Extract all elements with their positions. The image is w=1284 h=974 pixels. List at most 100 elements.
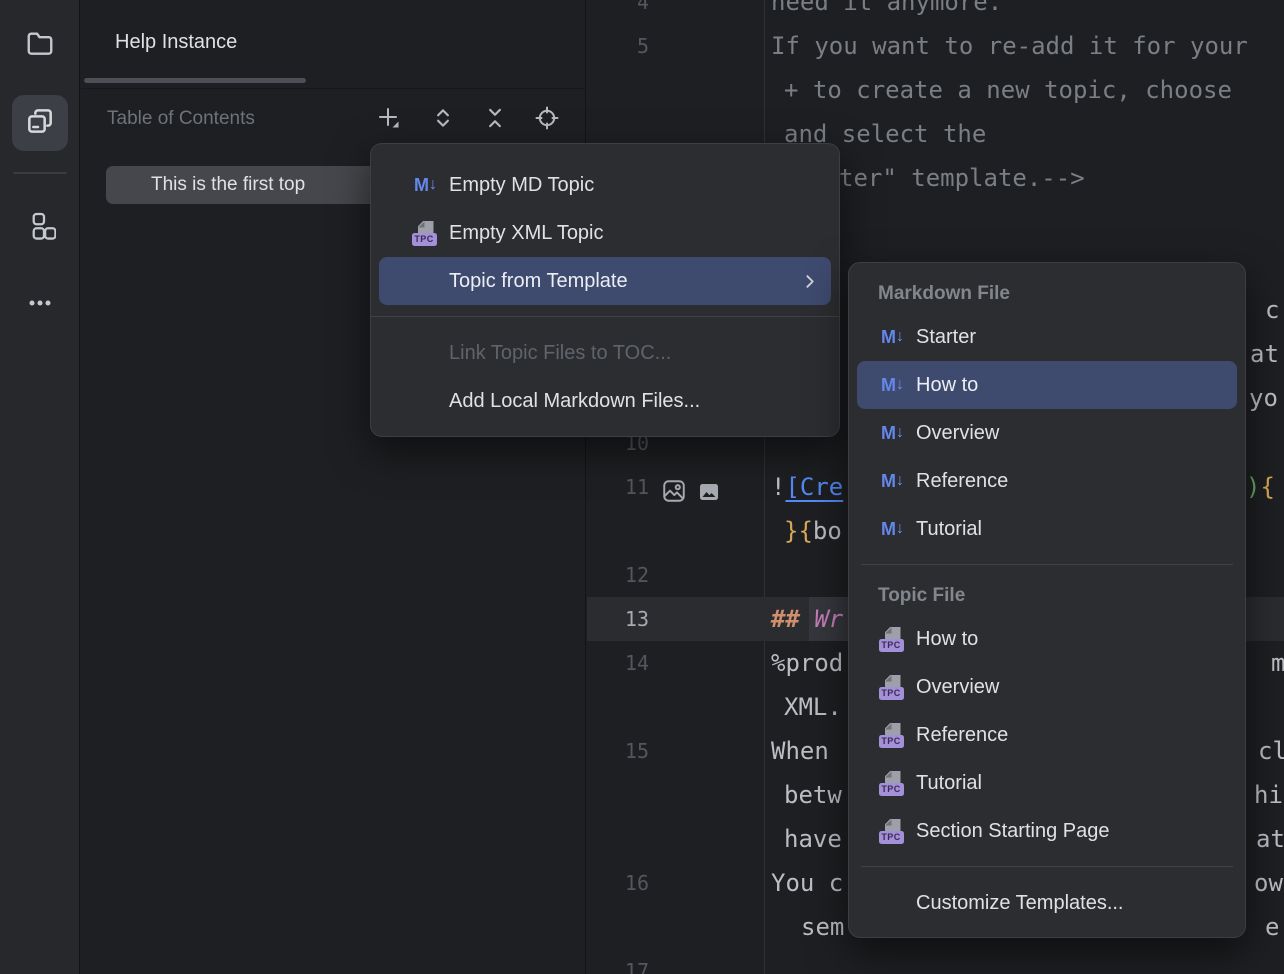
menu-item[interactable]: M↓ How to bbox=[857, 361, 1237, 409]
line-number: 14 bbox=[587, 641, 649, 685]
menu-item[interactable]: TPCHow to bbox=[857, 615, 1237, 663]
structure-tool-window-button[interactable] bbox=[12, 200, 68, 256]
icon-placeholder bbox=[411, 339, 439, 367]
markdown-file-icon: M↓ bbox=[878, 515, 906, 543]
menu-item-label: Section Starting Page bbox=[916, 820, 1109, 843]
select-opened-file-button[interactable] bbox=[532, 105, 562, 135]
code-fragment: }{bo bbox=[784, 509, 842, 553]
topic-file-icon: TPC bbox=[878, 817, 906, 845]
expand-all-icon bbox=[430, 105, 456, 136]
documentation-tool-window-button[interactable] bbox=[12, 95, 68, 151]
tool-window-stripe bbox=[0, 0, 80, 974]
editor-line[interactable]: + to create a new topic, choose bbox=[587, 68, 1284, 112]
icon-placeholder bbox=[878, 889, 906, 917]
menu-item-label: Starter bbox=[916, 326, 976, 349]
menu-item[interactable]: M↓ Reference bbox=[857, 457, 1237, 505]
menu-item[interactable]: TPC Overview bbox=[857, 663, 1237, 711]
menu-item[interactable]: M↓Tutorial bbox=[857, 505, 1237, 553]
code-fragment: hi bbox=[1254, 773, 1283, 817]
line-number: 15 bbox=[587, 729, 649, 773]
code-fragment: sem bbox=[801, 905, 844, 949]
code-fragment: %prod bbox=[771, 641, 843, 685]
folder-icon-button[interactable] bbox=[12, 17, 68, 73]
code-fragment: You c bbox=[771, 861, 843, 905]
markdown-file-icon: M↓ bbox=[878, 371, 906, 399]
panel-title: Help Instance bbox=[115, 31, 237, 54]
menu-section-header: Markdown File bbox=[849, 275, 1245, 313]
code-fragment: ){ bbox=[1246, 465, 1275, 509]
expand-all-button[interactable] bbox=[428, 105, 458, 135]
code-fragment: ter" template.--> bbox=[839, 156, 1085, 200]
panel-header: Help Instance bbox=[81, 0, 585, 89]
more-tool-windows-button[interactable] bbox=[12, 277, 68, 333]
image-outline-icon[interactable] bbox=[661, 474, 687, 500]
menu-item[interactable]: Add Local Markdown Files... bbox=[379, 377, 831, 425]
menu-item-label: Empty MD Topic bbox=[449, 174, 594, 197]
menu-item[interactable]: M↓ Starter bbox=[857, 313, 1237, 361]
markdown-file-icon: M↓ bbox=[878, 467, 906, 495]
menu-item-label: Reference bbox=[916, 724, 1008, 747]
code-fragment: betw bbox=[784, 773, 842, 817]
menu-item-label: Add Local Markdown Files... bbox=[449, 390, 700, 413]
menu-item[interactable]: TPCEmpty XML Topic bbox=[379, 209, 831, 257]
add-button[interactable] bbox=[374, 105, 404, 135]
code-fragment: at bbox=[1256, 817, 1284, 861]
menu-separator bbox=[861, 564, 1233, 565]
code-fragment: ![Cre bbox=[771, 465, 843, 509]
code-fragment: ## Wr bbox=[771, 597, 843, 641]
menu-item-label: Tutorial bbox=[916, 772, 982, 795]
code-fragment: yo bbox=[1249, 376, 1278, 420]
section-title: Table of Contents bbox=[107, 108, 255, 130]
line-number: 16 bbox=[587, 861, 649, 905]
toc-toolbar: Table of Contents bbox=[81, 89, 586, 151]
topic-file-icon: TPC bbox=[878, 673, 906, 701]
select-opened-file-icon bbox=[533, 104, 561, 137]
menu-item-label: Overview bbox=[916, 422, 999, 445]
icon-placeholder bbox=[411, 387, 439, 415]
topic-file-icon: TPC bbox=[878, 625, 906, 653]
editor-line[interactable]: 17 bbox=[587, 949, 1284, 974]
collapse-all-button[interactable] bbox=[480, 105, 510, 135]
menu-item[interactable]: TPC Section Starting Page bbox=[857, 807, 1237, 855]
topic-file-icon: TPC bbox=[878, 769, 906, 797]
menu-item[interactable]: TPC Tutorial bbox=[857, 759, 1237, 807]
code-fragment: have bbox=[784, 817, 842, 861]
menu-item[interactable]: M↓Empty MD Topic bbox=[379, 161, 831, 209]
menu-item-label: Empty XML Topic bbox=[449, 222, 604, 245]
structure-icon bbox=[24, 210, 56, 247]
submenu-chevron-right-icon bbox=[802, 274, 817, 289]
ide-window: Help Instance Table of Contents bbox=[0, 0, 1284, 974]
editor-line[interactable]: 5 If you want to re-add it for your bbox=[587, 24, 1284, 68]
code-fragment: e bbox=[1265, 905, 1279, 949]
markdown-file-icon: M↓ bbox=[878, 323, 906, 351]
menu-separator bbox=[861, 866, 1233, 867]
folder-icon bbox=[25, 28, 55, 63]
menu-item-label: Topic from Template bbox=[449, 270, 628, 293]
image-filled-icon[interactable] bbox=[697, 474, 723, 500]
editor-windows-icon bbox=[24, 105, 56, 142]
markdown-file-icon: M↓ bbox=[878, 419, 906, 447]
line-number: 5 bbox=[587, 24, 649, 68]
menu-item[interactable]: Customize Templates... bbox=[857, 879, 1237, 927]
code-fragment: c bbox=[1265, 288, 1279, 332]
icon-placeholder bbox=[411, 267, 439, 295]
menu-item-label: Overview bbox=[916, 676, 999, 699]
topic-file-icon: TPC bbox=[878, 721, 906, 749]
menu-item[interactable]: Topic from Template bbox=[379, 257, 831, 305]
code-fragment: ow bbox=[1254, 861, 1283, 905]
add-icon bbox=[375, 104, 403, 137]
menu-item-label: Reference bbox=[916, 470, 1008, 493]
menu-item-label: How to bbox=[916, 374, 978, 397]
editor-line[interactable]: 4need it anymore. bbox=[587, 0, 1284, 24]
menu-item[interactable]: TPC Reference bbox=[857, 711, 1237, 759]
menu-item[interactable]: Link Topic Files to TOC... bbox=[379, 329, 831, 377]
horizontal-scrollbar-thumb[interactable] bbox=[84, 78, 306, 83]
code-fragment: m bbox=[1271, 641, 1284, 685]
line-number: 12 bbox=[587, 553, 649, 597]
menu-section-header: Topic File bbox=[849, 577, 1245, 615]
code-fragment: If you want to re-add it for your bbox=[771, 24, 1248, 68]
line-number: 17 bbox=[587, 949, 649, 974]
menu-item-label: Customize Templates... bbox=[916, 892, 1124, 915]
menu-item[interactable]: M↓ Overview bbox=[857, 409, 1237, 457]
collapse-all-icon bbox=[482, 105, 508, 136]
